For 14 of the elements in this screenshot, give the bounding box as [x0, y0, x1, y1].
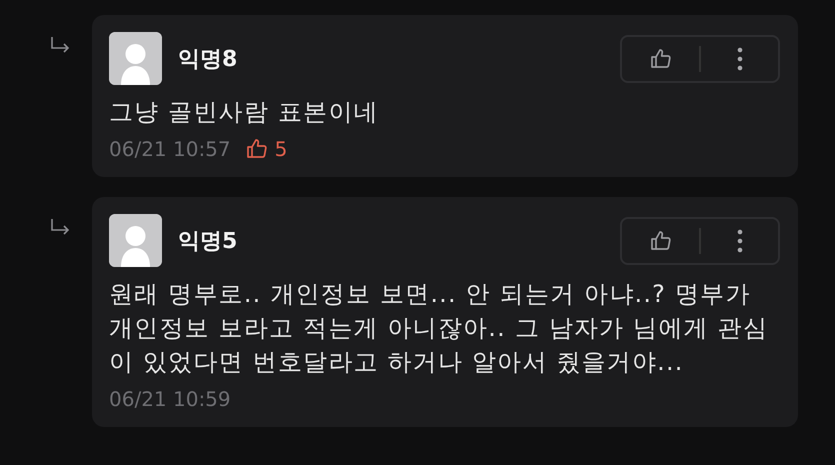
comment-date: 06/21 10:57 — [109, 137, 231, 161]
author-name: 익명8 — [178, 46, 238, 74]
thumbs-up-icon — [244, 137, 269, 161]
more-icon — [736, 228, 742, 252]
thumbs-up-icon — [648, 228, 672, 252]
comment-date: 06/21 10:59 — [109, 387, 231, 411]
comment-text: 그냥 골빈사람 표본이네 — [109, 97, 380, 128]
author-name: 익명5 — [178, 228, 238, 256]
like-count: 5 — [274, 137, 288, 161]
avatar-icon — [109, 32, 162, 85]
more-icon — [736, 46, 742, 70]
avatar-icon — [109, 214, 162, 267]
thumbs-up-icon — [648, 46, 672, 70]
comment-text: 원래 명부로.. 개인정보 보면... 안 되는거 아냐..? 명부가 개인정보 보라고 적는게 아니잖아.. 그 남자가 님에게 관심이 있었다면 번호달라고 하거나 알아서 줬을거야... — [109, 279, 770, 378]
